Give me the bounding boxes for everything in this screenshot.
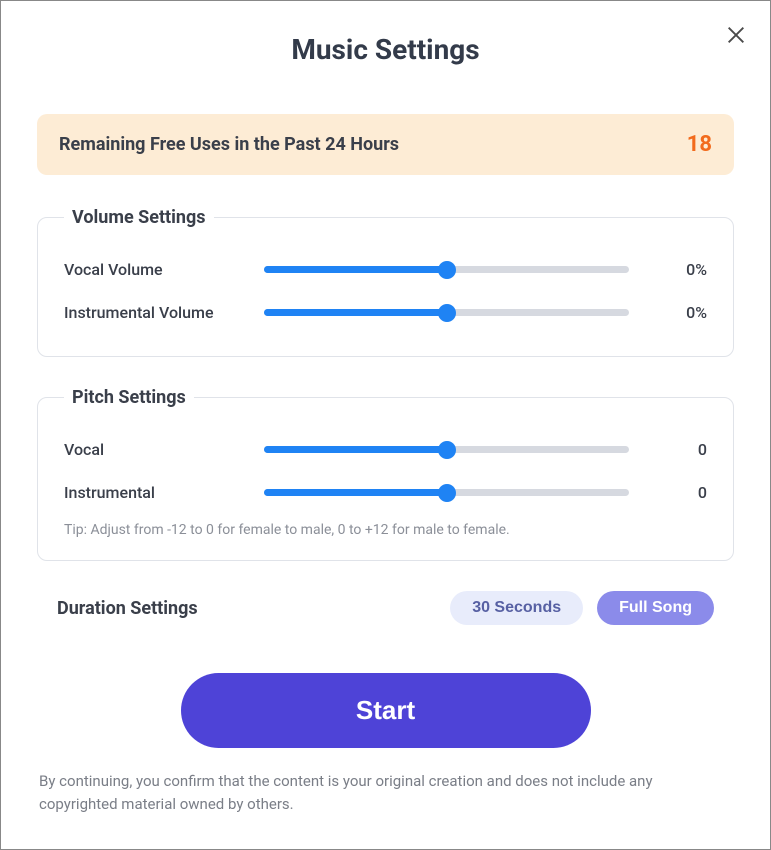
slider-thumb[interactable] [438, 441, 456, 459]
quota-value: 18 [687, 132, 712, 157]
quota-banner: Remaining Free Uses in the Past 24 Hours… [37, 114, 734, 175]
vocal-volume-label: Vocal Volume [64, 260, 264, 279]
vocal-volume-value: 0% [629, 260, 707, 279]
pitch-tip: Tip: Adjust from -12 to 0 for female to … [64, 522, 707, 538]
slider-fill [264, 489, 447, 496]
vocal-volume-slider[interactable] [264, 262, 629, 278]
vocal-volume-row: Vocal Volume 0% [64, 248, 707, 291]
instrumental-volume-row: Instrumental Volume 0% [64, 291, 707, 334]
slider-thumb[interactable] [438, 304, 456, 322]
close-button[interactable] [722, 21, 750, 49]
instrumental-volume-slider[interactable] [264, 305, 629, 321]
instrumental-pitch-value: 0 [629, 483, 707, 502]
duration-fullsong-button[interactable]: Full Song [597, 591, 714, 625]
instrumental-volume-label: Instrumental Volume [64, 303, 264, 322]
volume-legend: Volume Settings [64, 207, 214, 228]
slider-fill [264, 309, 447, 316]
slider-fill [264, 266, 447, 273]
duration-options: 30 Seconds Full Song [450, 591, 714, 625]
page-title: Music Settings [37, 33, 734, 66]
instrumental-pitch-label: Instrumental [64, 483, 264, 502]
disclaimer-text: By continuing, you confirm that the cont… [37, 770, 734, 815]
pitch-settings-group: Pitch Settings Vocal 0 Instrumental 0 Ti… [37, 387, 734, 561]
instrumental-pitch-slider[interactable] [264, 485, 629, 501]
slider-thumb[interactable] [438, 484, 456, 502]
vocal-pitch-slider[interactable] [264, 442, 629, 458]
close-icon [725, 24, 747, 46]
pitch-legend: Pitch Settings [64, 387, 194, 408]
instrumental-volume-value: 0% [629, 303, 707, 322]
vocal-pitch-label: Vocal [64, 440, 264, 459]
slider-thumb[interactable] [438, 261, 456, 279]
duration-label: Duration Settings [57, 598, 198, 619]
vocal-pitch-row: Vocal 0 [64, 428, 707, 471]
slider-fill [264, 446, 447, 453]
start-button[interactable]: Start [181, 673, 591, 748]
instrumental-pitch-row: Instrumental 0 [64, 471, 707, 514]
duration-30sec-button[interactable]: 30 Seconds [450, 591, 583, 625]
quota-label: Remaining Free Uses in the Past 24 Hours [59, 134, 399, 155]
vocal-pitch-value: 0 [629, 440, 707, 459]
volume-settings-group: Volume Settings Vocal Volume 0% Instrume… [37, 207, 734, 357]
duration-settings-row: Duration Settings 30 Seconds Full Song [37, 591, 734, 625]
